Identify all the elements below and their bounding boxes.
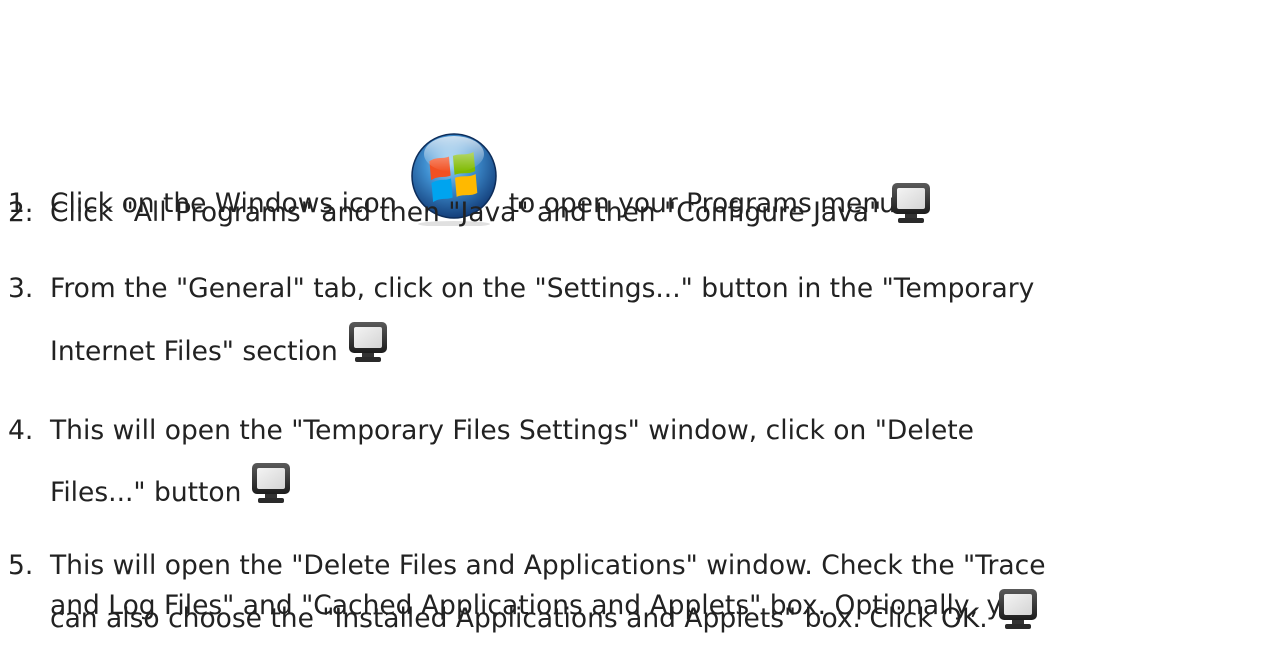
step-4-text-line2: Files..." button	[50, 477, 242, 508]
step-4: 4. This will open the "Temporary Files Se…	[8, 405, 1278, 457]
step-3: 3. From the "General" tab, click on the "…	[8, 263, 1278, 315]
step-number: 3.	[8, 273, 34, 304]
step-2: 2. Click "All Programs" and then "Java" a…	[8, 181, 1278, 239]
step-number: 2.	[8, 197, 34, 228]
step-5-text-line1: This will open the "Delete Files and App…	[50, 550, 1046, 581]
step-5-continuation-2: can also choose the "Installed Applicati…	[50, 587, 1040, 645]
step-number: 4.	[8, 415, 34, 446]
step-number: 5.	[8, 550, 34, 581]
step-4-text-line1: This will open the "Temporary Files Sett…	[50, 415, 974, 446]
screenshot-monitor-icon[interactable]	[996, 587, 1040, 631]
step-4-continuation: Files..." button	[50, 461, 293, 519]
screenshot-monitor-icon[interactable]	[889, 181, 933, 225]
step-2-text: Click "All Programs" and then "Java" and…	[50, 197, 882, 228]
step-5: 5. This will open the "Delete Files and A…	[8, 546, 1278, 586]
step-3-continuation: Internet Files" section	[50, 320, 390, 378]
step-5-text-line3: can also choose the "Installed Applicati…	[50, 603, 988, 634]
step-3-text-line1: From the "General" tab, click on the "Se…	[50, 273, 1035, 304]
screenshot-monitor-icon[interactable]	[346, 320, 390, 364]
step-3-text-line2: Internet Files" section	[50, 336, 338, 367]
screenshot-monitor-icon[interactable]	[249, 461, 293, 505]
